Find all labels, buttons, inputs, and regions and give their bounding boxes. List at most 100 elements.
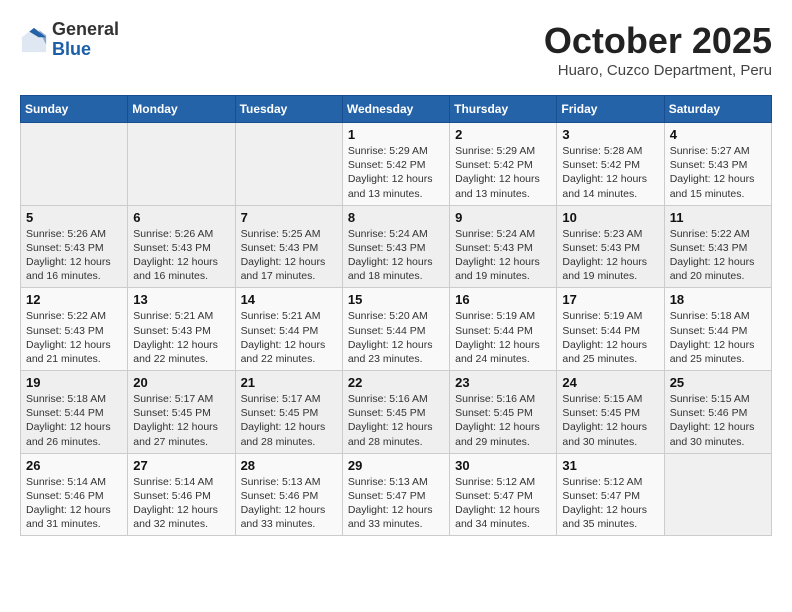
weekday-header-monday: Monday [128,96,235,123]
calendar-cell: 6Sunrise: 5:26 AMSunset: 5:43 PMDaylight… [128,205,235,288]
day-number: 11 [670,210,766,225]
day-number: 29 [348,458,444,473]
weekday-header-tuesday: Tuesday [235,96,342,123]
day-number: 15 [348,292,444,307]
day-number: 3 [562,127,658,142]
calendar-week-4: 19 Sunrise: 5:18 AMSunset: 5:44 PMDayligh… [21,371,772,454]
calendar-cell: 27 Sunrise: 5:14 AMSunset: 5:46 PMDayligh… [128,453,235,536]
calendar-cell: 2Sunrise: 5:29 AMSunset: 5:42 PMDaylight… [450,123,557,206]
day-info: Sunrise: 5:26 AMSunset: 5:43 PMDaylight:… [133,227,229,284]
day-number: 9 [455,210,551,225]
day-number: 5 [26,210,122,225]
day-number: 28 [241,458,337,473]
day-info: Sunrise: 5:15 AMSunset: 5:45 PMDaylight:… [562,392,658,449]
calendar-week-1: 1 Sunrise: 5:29 AMSunset: 5:42 PMDaylight… [21,123,772,206]
day-number: 16 [455,292,551,307]
weekday-header-friday: Friday [557,96,664,123]
weekday-header-sunday: Sunday [21,96,128,123]
day-info: Sunrise: 5:25 AMSunset: 5:43 PMDaylight:… [241,227,337,284]
calendar-cell: 4 Sunrise: 5:27 AMSunset: 5:43 PMDaylight… [664,123,771,206]
calendar-week-5: 26 Sunrise: 5:14 AMSunset: 5:46 PMDayligh… [21,453,772,536]
day-number: 1 [348,127,444,142]
day-number: 27 [133,458,229,473]
weekday-header-wednesday: Wednesday [342,96,449,123]
calendar-cell: 19 Sunrise: 5:18 AMSunset: 5:44 PMDayligh… [21,371,128,454]
calendar-cell: 18 Sunrise: 5:18 AMSunset: 5:44 PMDayligh… [664,288,771,371]
day-info: Sunrise: 5:26 AMSunset: 5:43 PMDaylight:… [26,227,122,284]
day-info: Sunrise: 5:13 AMSunset: 5:47 PMDaylight:… [348,475,444,532]
day-info: Sunrise: 5:29 AMSunset: 5:42 PMDaylight:… [455,144,551,201]
logo-blue-text: Blue [52,39,91,59]
calendar-cell: 5 Sunrise: 5:26 AMSunset: 5:43 PMDaylight… [21,205,128,288]
day-info: Sunrise: 5:18 AMSunset: 5:44 PMDaylight:… [670,309,766,366]
day-number: 18 [670,292,766,307]
day-info: Sunrise: 5:19 AMSunset: 5:44 PMDaylight:… [562,309,658,366]
weekday-header-thursday: Thursday [450,96,557,123]
calendar-cell: 26 Sunrise: 5:14 AMSunset: 5:46 PMDayligh… [21,453,128,536]
day-number: 23 [455,375,551,390]
day-number: 25 [670,375,766,390]
calendar-cell: 10Sunrise: 5:23 AMSunset: 5:43 PMDayligh… [557,205,664,288]
calendar-cell: 21Sunrise: 5:17 AMSunset: 5:45 PMDayligh… [235,371,342,454]
month-title: October 2025 [544,20,772,62]
day-number: 20 [133,375,229,390]
calendar-cell: 9Sunrise: 5:24 AMSunset: 5:43 PMDaylight… [450,205,557,288]
day-number: 14 [241,292,337,307]
calendar-cell [235,123,342,206]
calendar-cell: 8Sunrise: 5:24 AMSunset: 5:43 PMDaylight… [342,205,449,288]
day-info: Sunrise: 5:21 AMSunset: 5:44 PMDaylight:… [241,309,337,366]
calendar-body: 1 Sunrise: 5:29 AMSunset: 5:42 PMDaylight… [21,123,772,536]
day-number: 24 [562,375,658,390]
day-info: Sunrise: 5:18 AMSunset: 5:44 PMDaylight:… [26,392,122,449]
day-info: Sunrise: 5:14 AMSunset: 5:46 PMDaylight:… [133,475,229,532]
calendar-cell: 1 Sunrise: 5:29 AMSunset: 5:42 PMDaylight… [342,123,449,206]
calendar-cell: 3 Sunrise: 5:28 AMSunset: 5:42 PMDaylight… [557,123,664,206]
calendar-cell [664,453,771,536]
day-info: Sunrise: 5:14 AMSunset: 5:46 PMDaylight:… [26,475,122,532]
day-number: 30 [455,458,551,473]
day-info: Sunrise: 5:22 AMSunset: 5:43 PMDaylight:… [26,309,122,366]
calendar-week-3: 12 Sunrise: 5:22 AMSunset: 5:43 PMDayligh… [21,288,772,371]
day-info: Sunrise: 5:15 AMSunset: 5:46 PMDaylight:… [670,392,766,449]
calendar-table: SundayMondayTuesdayWednesdayThursdayFrid… [20,95,772,536]
calendar-cell [128,123,235,206]
calendar-cell: 15 Sunrise: 5:20 AMSunset: 5:44 PMDayligh… [342,288,449,371]
calendar-cell: 20Sunrise: 5:17 AMSunset: 5:45 PMDayligh… [128,371,235,454]
calendar-cell: 13 Sunrise: 5:21 AMSunset: 5:43 PMDayligh… [128,288,235,371]
title-block: October 2025 Huaro, Cuzco Department, Pe… [544,20,772,79]
calendar-cell: 29 Sunrise: 5:13 AMSunset: 5:47 PMDayligh… [342,453,449,536]
day-info: Sunrise: 5:16 AMSunset: 5:45 PMDaylight:… [348,392,444,449]
location-subtitle: Huaro, Cuzco Department, Peru [544,62,772,79]
calendar-cell: 30Sunrise: 5:12 AMSunset: 5:47 PMDayligh… [450,453,557,536]
logo-icon [20,26,48,54]
day-info: Sunrise: 5:28 AMSunset: 5:42 PMDaylight:… [562,144,658,201]
day-number: 4 [670,127,766,142]
logo-general-text: General [52,19,119,39]
calendar-header: SundayMondayTuesdayWednesdayThursdayFrid… [21,96,772,123]
calendar-cell: 11Sunrise: 5:22 AMSunset: 5:43 PMDayligh… [664,205,771,288]
day-number: 13 [133,292,229,307]
day-info: Sunrise: 5:19 AMSunset: 5:44 PMDaylight:… [455,309,551,366]
day-number: 31 [562,458,658,473]
calendar-cell: 25 Sunrise: 5:15 AMSunset: 5:46 PMDayligh… [664,371,771,454]
day-info: Sunrise: 5:12 AMSunset: 5:47 PMDaylight:… [562,475,658,532]
logo: General Blue [20,20,119,60]
day-number: 19 [26,375,122,390]
calendar-cell: 17Sunrise: 5:19 AMSunset: 5:44 PMDayligh… [557,288,664,371]
calendar-cell: 12 Sunrise: 5:22 AMSunset: 5:43 PMDayligh… [21,288,128,371]
day-info: Sunrise: 5:24 AMSunset: 5:43 PMDaylight:… [348,227,444,284]
day-info: Sunrise: 5:29 AMSunset: 5:42 PMDaylight:… [348,144,444,201]
weekday-header-row: SundayMondayTuesdayWednesdayThursdayFrid… [21,96,772,123]
day-number: 12 [26,292,122,307]
page-header: General Blue October 2025 Huaro, Cuzco D… [20,20,772,79]
day-info: Sunrise: 5:13 AMSunset: 5:46 PMDaylight:… [241,475,337,532]
calendar-cell: 7Sunrise: 5:25 AMSunset: 5:43 PMDaylight… [235,205,342,288]
calendar-cell: 28 Sunrise: 5:13 AMSunset: 5:46 PMDayligh… [235,453,342,536]
day-info: Sunrise: 5:21 AMSunset: 5:43 PMDaylight:… [133,309,229,366]
day-info: Sunrise: 5:27 AMSunset: 5:43 PMDaylight:… [670,144,766,201]
calendar-cell: 23Sunrise: 5:16 AMSunset: 5:45 PMDayligh… [450,371,557,454]
day-number: 26 [26,458,122,473]
day-info: Sunrise: 5:20 AMSunset: 5:44 PMDaylight:… [348,309,444,366]
calendar-cell: 14 Sunrise: 5:21 AMSunset: 5:44 PMDayligh… [235,288,342,371]
day-info: Sunrise: 5:23 AMSunset: 5:43 PMDaylight:… [562,227,658,284]
